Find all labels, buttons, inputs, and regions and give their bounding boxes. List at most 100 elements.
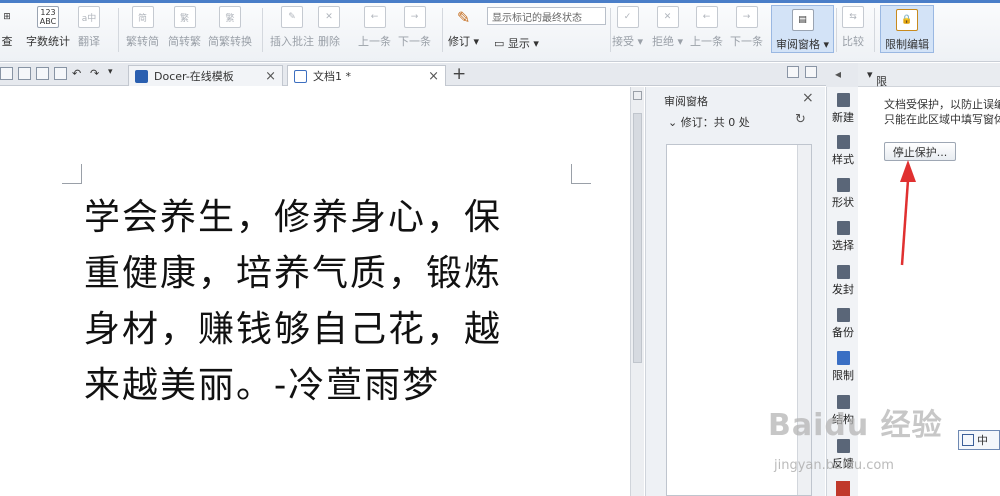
simp-trad-convert-button[interactable]: 繁 简繁转换 (208, 6, 252, 54)
insert-comment-button[interactable]: ✎ 插入批注 (270, 6, 314, 54)
revision-count[interactable]: ⌄ 修订：共 0 处 (668, 114, 750, 130)
restore-tab-icon[interactable] (805, 66, 817, 78)
prev-change-button[interactable]: ← 上一条 (690, 6, 723, 54)
compare-button[interactable]: ⇆ 比较 (842, 6, 864, 54)
display-button[interactable]: ▭ 显示 ▾ (494, 35, 539, 51)
strip-item-shape[interactable]: 形状 (827, 178, 859, 210)
ime-icon (962, 434, 974, 446)
translate-icon: a中 (78, 6, 100, 28)
restrict-icon (836, 351, 850, 365)
lock-icon: 🔒 (896, 9, 918, 31)
save-icon[interactable] (36, 67, 49, 80)
undo-icon[interactable]: ↶ (72, 67, 85, 80)
review-pane-label: 审阅窗格 ▾ (776, 38, 830, 51)
strip-item-send[interactable]: 发封 (827, 265, 859, 297)
restrict-edit-label: 限制编辑 (885, 38, 929, 51)
text-line: 来越美丽。-冷萱雨梦 (84, 365, 441, 406)
review-pane-title: 审阅窗格 (664, 95, 708, 108)
tab-docer[interactable]: Docer-在线模板 × (128, 65, 283, 86)
dropdown-icon[interactable]: ▾ (108, 67, 121, 80)
text-line: 学会养生，修养身心，保 (84, 197, 503, 238)
compare-label: 比较 (842, 35, 864, 48)
margin-corner (571, 164, 591, 184)
strip-item-style[interactable]: 样式 (827, 135, 859, 167)
next-change-button[interactable]: → 下一条 (730, 6, 763, 54)
trad-to-simp-button[interactable]: 简 繁转简 (126, 6, 159, 54)
watermark-url: jingyan.baidu.com (774, 458, 894, 473)
simp-trad-convert-label: 简繁转换 (208, 35, 252, 48)
next-label: 下一条 (398, 35, 431, 48)
minimize-tab-icon[interactable] (787, 66, 799, 78)
docer-icon (135, 69, 148, 83)
delete-label: 删除 (318, 35, 340, 48)
accept-icon: ✓ (616, 6, 639, 28)
next-change-label: 下一条 (730, 35, 763, 48)
separator (442, 8, 443, 52)
strip-item-backup[interactable]: 备份 (827, 308, 859, 340)
toolbox-icon[interactable] (836, 481, 850, 496)
close-icon[interactable]: × (428, 69, 439, 84)
pin-icon[interactable]: ◂ (835, 67, 841, 81)
pen-icon: ✎ (456, 7, 471, 27)
print-icon[interactable] (18, 67, 31, 80)
word-count-button[interactable]: 123 ABC 字数统计 (26, 6, 70, 54)
title-accent-bar (0, 0, 1000, 3)
display-mode-select[interactable]: 显示标记的最终状态 (487, 7, 606, 25)
ime-status[interactable]: 中 (958, 430, 1000, 450)
next-comment-button[interactable]: → 下一条 (398, 6, 431, 54)
accept-label: 接受 ▾ (612, 35, 644, 48)
tab-document1[interactable]: 文档1 * × (287, 65, 446, 86)
word-count-label: 字数统计 (26, 35, 70, 48)
scroll-up-icon[interactable] (633, 91, 642, 100)
delete-comment-button[interactable]: ✕ 删除 (318, 6, 340, 54)
prev-label: 上一条 (358, 35, 391, 48)
document-tab-bar: ↶ ↷ ▾ Docer-在线模板 × 文档1 * × (0, 63, 858, 86)
strip-item-restrict[interactable]: 限制 (827, 351, 859, 383)
separator (262, 8, 263, 52)
reject-icon: ✕ (656, 6, 679, 28)
reject-button[interactable]: ✕ 拒绝 ▾ (652, 6, 683, 54)
document-body-text[interactable]: 学会养生，修养身心，保 重健康，培养气质，锻炼 身材，赚钱够自己花，越 来越美丽… (84, 190, 584, 414)
text-line: 身材，赚钱够自己花，越 (84, 309, 503, 350)
prev-comment-button[interactable]: ← 上一条 (358, 6, 391, 54)
send-icon (836, 265, 850, 279)
track-changes-label: 修订 ▾ (448, 35, 480, 48)
refresh-icon[interactable]: ↻ (795, 112, 806, 127)
insert-comment-label: 插入批注 (270, 35, 314, 48)
shape-icon (836, 178, 850, 192)
review-pane-button[interactable]: ▤ 审阅窗格 ▾ (771, 5, 835, 53)
print-preview-icon[interactable] (0, 67, 13, 80)
ribbon-toolbar: ⊞ 查 123 ABC 字数统计 a中 翻译 简 繁转简 繁 简转繁 繁 简繁转换… (0, 0, 1000, 62)
document-icon (294, 69, 307, 83)
close-icon[interactable]: × (802, 90, 814, 106)
scroll-thumb[interactable] (633, 113, 642, 363)
accept-button[interactable]: ✓ 接受 ▾ (612, 6, 643, 54)
prev-icon: ← (363, 6, 386, 28)
export-icon[interactable] (54, 67, 67, 80)
document-scrollbar[interactable] (630, 87, 644, 496)
separator (118, 8, 119, 52)
comment-icon: ✎ (281, 6, 303, 28)
restrict-panel-header[interactable]: 限制编辑 ▾ (858, 63, 1000, 136)
restrict-edit-button[interactable]: 🔒 限制编辑 (880, 5, 934, 53)
strip-item-select[interactable]: 选择 (827, 221, 859, 253)
simp-to-trad-button[interactable]: 繁 简转繁 (168, 6, 201, 54)
delete-icon: ✕ (318, 6, 340, 28)
simp-to-trad-icon: 繁 (173, 6, 196, 28)
new-tab-icon[interactable]: + (452, 64, 466, 84)
view-button[interactable]: ⊞ 查 (0, 6, 18, 54)
strip-item-new[interactable]: 新建 (827, 93, 859, 125)
margin-corner (62, 164, 82, 184)
close-icon[interactable]: × (265, 69, 276, 84)
translate-button[interactable]: a中 翻译 (78, 6, 100, 54)
next-change-icon: → (735, 6, 758, 28)
reject-label: 拒绝 ▾ (652, 35, 684, 48)
new-doc-icon (836, 93, 850, 107)
prev-change-label: 上一条 (690, 35, 723, 48)
track-changes-button[interactable]: ✎ 修订 ▾ (448, 6, 479, 54)
word-count-icon: 123 ABC (37, 6, 59, 28)
next-icon: → (403, 6, 426, 28)
redo-icon[interactable]: ↷ (90, 67, 103, 80)
trad-to-simp-label: 繁转简 (126, 35, 159, 48)
view-label: 查 (1, 35, 13, 48)
